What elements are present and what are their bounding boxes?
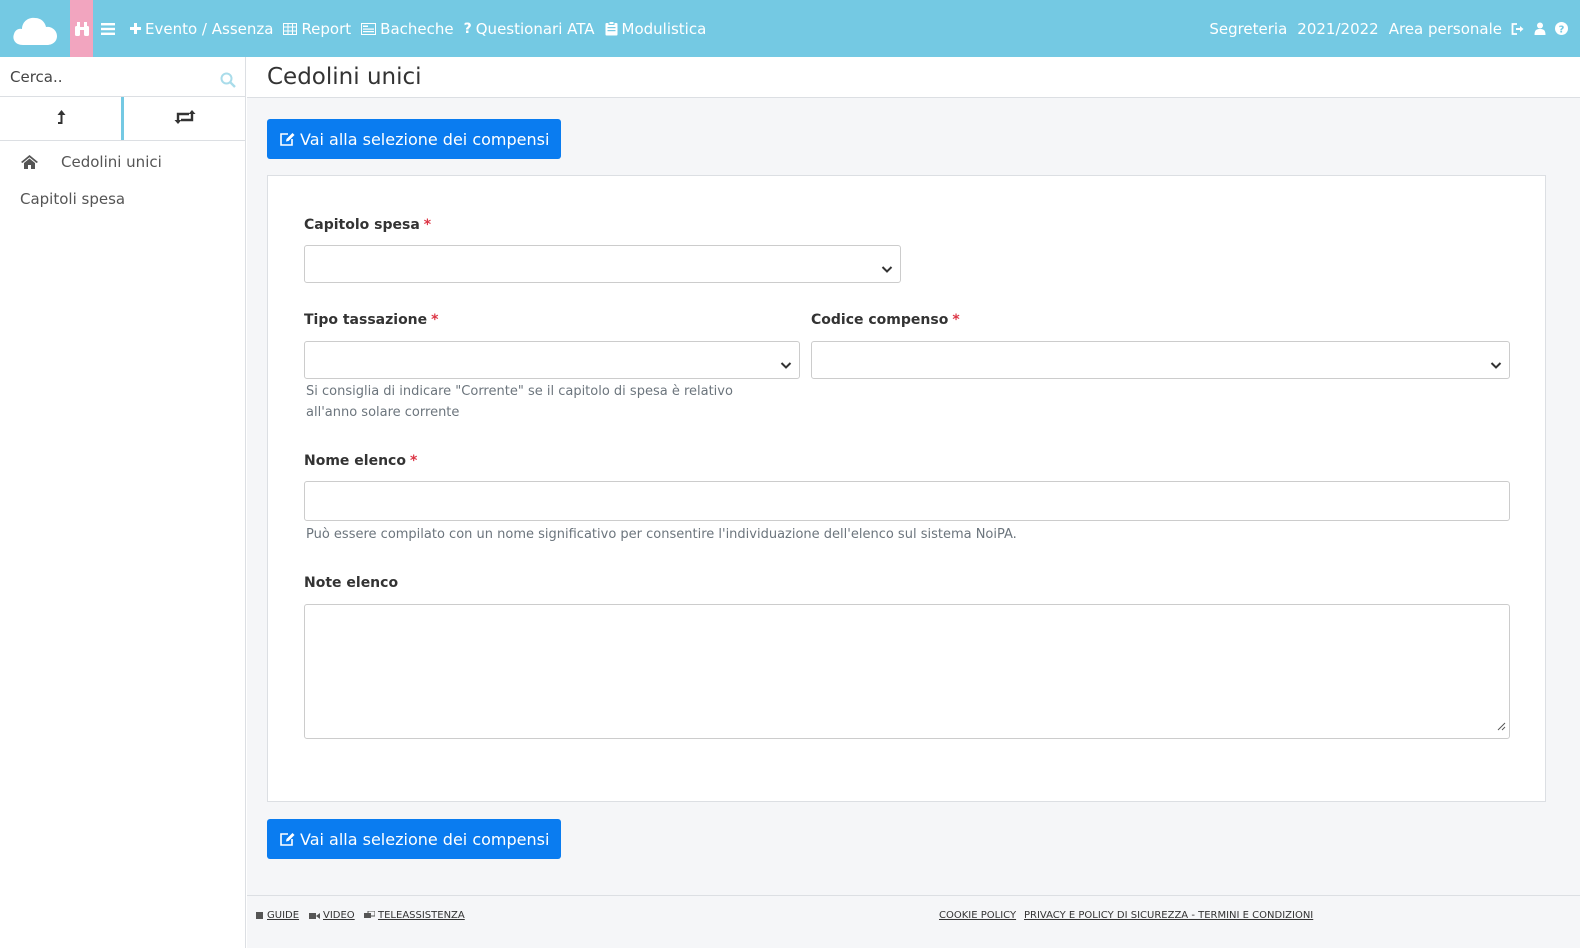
nav-evento-assenza[interactable]: Evento / Assenza	[130, 20, 273, 38]
chevron-down-icon	[881, 259, 893, 278]
nav-modulistica[interactable]: Modulistica	[605, 19, 707, 38]
go-to-compensi-button-top[interactable]: Vai alla selezione dei compensi	[267, 119, 562, 159]
note-elenco-label: Note elenco	[304, 575, 398, 591]
logout-icon[interactable]	[1511, 22, 1525, 35]
go-to-compensi-button-bottom[interactable]: Vai alla selezione dei compensi	[267, 819, 562, 859]
form-card: Capitolo spesa * Tipo tassazione * Si cons…	[267, 175, 1546, 802]
sidebar-item-label: Cedolini unici	[61, 152, 162, 171]
clipboard-icon	[605, 21, 618, 36]
hamburger-menu-icon[interactable]	[96, 22, 120, 35]
tipo-tassazione-hint: Si consiglia di indicare "Corrente" se i…	[306, 384, 733, 420]
nav-label: Report	[301, 19, 352, 38]
svg-text:?: ?	[1559, 24, 1565, 35]
user-icon[interactable]	[1534, 22, 1546, 35]
chevron-down-icon	[780, 355, 792, 374]
button-label: Vai alla selezione dei compensi	[300, 129, 550, 149]
sidebar-item-capitoli-spesa[interactable]: Capitoli spesa	[0, 180, 245, 217]
label-text: Nome elenco	[304, 453, 406, 469]
help-icon[interactable]: ?	[1555, 22, 1568, 35]
home-icon	[20, 154, 39, 169]
link-label: PRIVACY E POLICY DI SICUREZZA - TERMINI …	[1024, 910, 1314, 921]
required-star: *	[409, 453, 418, 469]
label-text: Note elenco	[304, 575, 399, 591]
support-icon	[364, 911, 375, 920]
nav-report[interactable]: Report	[283, 20, 351, 38]
search-icon[interactable]	[220, 72, 236, 92]
sidebar-item-cedolini-unici[interactable]: Cedolini unici	[0, 143, 245, 180]
nome-elenco-input[interactable]	[304, 481, 1510, 521]
edit-icon	[279, 132, 295, 147]
tipo-tassazione-label: Tipo tassazione *	[304, 312, 438, 328]
edit-icon	[279, 832, 295, 847]
sidebar-item-label: Capitoli spesa	[20, 189, 126, 208]
nav-bacheche[interactable]: Bacheche	[361, 19, 454, 38]
question-icon: ?	[463, 20, 472, 37]
required-star: *	[952, 312, 960, 328]
label-text: Codice compenso	[811, 312, 949, 328]
nav-label: Bacheche	[380, 19, 454, 38]
link-label: VIDEO	[323, 910, 355, 921]
label-text: Tipo tassazione	[304, 312, 428, 328]
cloud-logo-icon[interactable]	[0, 0, 70, 57]
tab-switch[interactable]	[124, 97, 245, 140]
school-year[interactable]: 2021/2022	[1297, 20, 1378, 38]
binoculars-icon[interactable]	[70, 0, 93, 57]
tipo-tassazione-select[interactable]	[304, 341, 800, 379]
note-elenco-textarea[interactable]	[304, 604, 1510, 739]
book-icon	[255, 911, 264, 920]
area-label[interactable]: Segreteria	[1209, 20, 1287, 38]
main-content: Cedolini unici Vai alla selezione dei co…	[247, 57, 1580, 948]
button-label: Vai alla selezione dei compensi	[300, 829, 550, 849]
nav-questionari-ata[interactable]: ? Questionari ATA	[464, 20, 595, 38]
tab-navigate-up[interactable]	[0, 97, 124, 140]
sidebar-search	[0, 57, 245, 97]
search-input[interactable]	[10, 67, 210, 86]
footer-video-link[interactable]: VIDEO	[309, 910, 355, 921]
page-title: Cedolini unici	[267, 64, 422, 90]
required-star: *	[423, 217, 432, 233]
capitolo-spesa-select[interactable]	[304, 245, 901, 283]
nav-label: Modulistica	[621, 19, 707, 38]
link-label: COOKIE POLICY	[939, 910, 1017, 921]
codice-compenso-label: Codice compenso *	[811, 312, 960, 328]
arrow-up-icon	[55, 109, 67, 129]
required-star: *	[431, 312, 439, 328]
chevron-down-icon	[1490, 355, 1502, 374]
footer-privacy-link[interactable]: PRIVACY E POLICY DI SICUREZZA - TERMINI …	[1024, 910, 1313, 921]
board-icon	[361, 22, 377, 35]
nav-label: Evento / Assenza	[145, 19, 274, 38]
nome-elenco-label: Nome elenco *	[304, 453, 417, 469]
footer: GUIDE VIDEO TELEASSISTENZA COOKIE POLICY…	[247, 895, 1580, 948]
plus-icon	[130, 23, 141, 34]
resize-grip-icon[interactable]	[1497, 716, 1506, 735]
sidebar-tabs	[0, 97, 245, 141]
link-label: GUIDE	[267, 910, 300, 921]
footer-guide-link[interactable]: GUIDE	[255, 910, 299, 921]
personal-area-link[interactable]: Area personale	[1389, 20, 1502, 38]
page-header: Cedolini unici	[247, 57, 1580, 98]
link-label: TELEASSISTENZA	[378, 910, 465, 921]
retweet-icon	[174, 109, 196, 129]
nome-elenco-hint: Può essere compilato con un nome signifi…	[306, 527, 1017, 542]
nav-label: Questionari ATA	[475, 19, 595, 38]
table-icon	[283, 22, 298, 35]
sidebar: Cedolini unici Capitoli spesa	[0, 57, 246, 948]
codice-compenso-select[interactable]	[811, 341, 1510, 379]
label-text: Capitolo spesa	[304, 217, 420, 233]
video-camera-icon	[309, 912, 320, 920]
capitolo-spesa-label: Capitolo spesa *	[304, 217, 431, 233]
footer-teleassistenza-link[interactable]: TELEASSISTENZA	[364, 910, 465, 921]
footer-cookie-policy-link[interactable]: COOKIE POLICY	[939, 910, 1016, 921]
top-right-group: Segreteria 2021/2022 Area personale ?	[1199, 20, 1580, 38]
top-navbar: Evento / Assenza Report Bacheche ? Quest…	[0, 0, 1580, 57]
